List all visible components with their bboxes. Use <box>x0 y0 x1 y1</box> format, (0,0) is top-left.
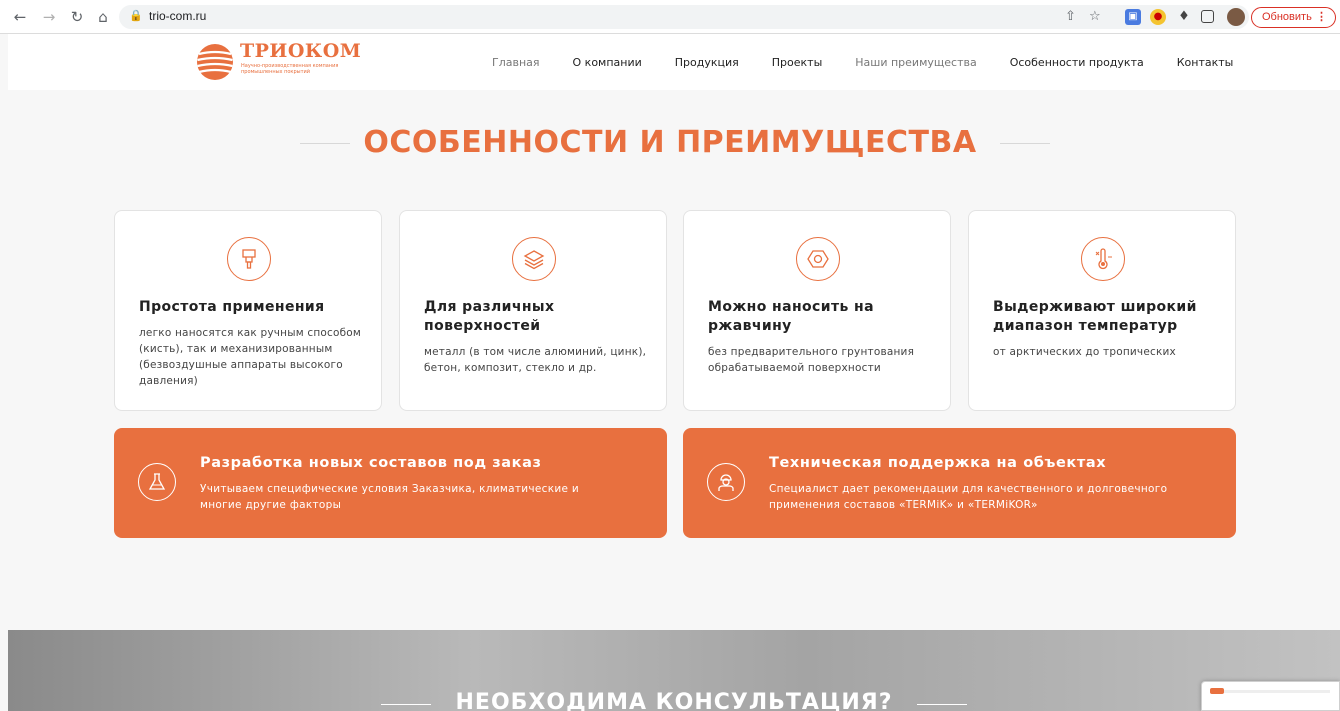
puzzle-icon[interactable]: ♦ <box>1176 9 1192 25</box>
logo-icon[interactable] <box>196 43 234 81</box>
section-title: ОСОБЕННОСТИ И ПРЕИМУЩЕСТВА <box>363 125 977 160</box>
card-title: Простота применения <box>139 299 325 315</box>
card-title: Для различных поверхностей <box>424 299 555 334</box>
arrow-right-icon[interactable]: → <box>39 7 59 27</box>
brush-icon <box>227 237 271 281</box>
screenshot-thumbnail[interactable] <box>1201 681 1340 711</box>
arrow-left-icon[interactable]: ← <box>10 7 30 27</box>
star-icon[interactable]: ☆ <box>1089 9 1101 24</box>
card-title: Можно наносить на ржавчину <box>708 299 874 334</box>
menu-item-projects[interactable]: Проекты <box>772 56 823 69</box>
consultation-section: НЕОБХОДИМА КОНСУЛЬТАЦИЯ? <box>8 630 1340 711</box>
card-text: легко наносятся как ручным способом (кис… <box>139 327 362 387</box>
menu-item-features[interactable]: Особенности продукта <box>1010 56 1144 69</box>
extension-coin-icon[interactable]: ● <box>1150 9 1166 25</box>
title-rule-right <box>1000 143 1050 144</box>
main-menu: Главная О компании Продукция Проекты Наш… <box>492 56 1266 69</box>
layers-icon <box>512 237 556 281</box>
card-text: без предварительного грунтования обрабат… <box>708 346 915 374</box>
menu-dots-icon: ⋮ <box>1316 11 1327 23</box>
update-button[interactable]: Обновить ⋮ <box>1251 7 1336 28</box>
side-panel-icon[interactable] <box>1201 10 1214 23</box>
logo-subtitle: Научно-производственная компания промышл… <box>241 63 339 75</box>
banner-text: Учитываем специфические условия Заказчик… <box>200 483 580 511</box>
url-text: trio-com.ru <box>149 9 207 23</box>
flask-icon <box>138 463 176 501</box>
feature-card: Простота применения легко наносятся как … <box>114 210 382 411</box>
service-banner: Разработка новых составов под заказ Учит… <box>114 428 667 538</box>
feature-card: Для различных поверхностей металл (в том… <box>399 210 667 411</box>
update-label: Обновить <box>1262 11 1312 23</box>
lock-icon: 🔒 <box>129 9 143 22</box>
menu-item-about[interactable]: О компании <box>573 56 642 69</box>
thermometer-icon <box>1081 237 1125 281</box>
bottom-rule-right <box>917 704 967 705</box>
thumbnail-logo <box>1210 688 1224 694</box>
logo-name[interactable]: ТРИОКОМ <box>240 40 361 62</box>
card-text: металл (в том числе алюминий, цинк), бет… <box>424 346 647 374</box>
worker-icon <box>707 463 745 501</box>
thumbnail-bar <box>1210 690 1330 693</box>
feature-card: Выдерживают широкий диапазон температур … <box>968 210 1236 411</box>
banner-title: Разработка новых составов под заказ <box>200 455 542 471</box>
extension-translate-icon[interactable]: ▣ <box>1125 9 1141 25</box>
feature-card: Можно наносить на ржавчину без предварит… <box>683 210 951 411</box>
banner-title: Техническая поддержка на объектах <box>769 455 1107 471</box>
menu-item-contacts[interactable]: Контакты <box>1177 56 1234 69</box>
home-icon[interactable]: ⌂ <box>93 7 113 27</box>
consultation-title: НЕОБХОДИМА КОНСУЛЬТАЦИЯ? <box>455 690 893 711</box>
service-banner: Техническая поддержка на объектах Специа… <box>683 428 1236 538</box>
browser-toolbar: ← → ↻ ⌂ 🔒 trio-com.ru ⇧ ☆ ▣ ● ♦ Обновить… <box>0 0 1340 34</box>
reload-icon[interactable]: ↻ <box>67 7 87 27</box>
share-icon[interactable]: ⇧ <box>1065 9 1076 24</box>
avatar[interactable] <box>1227 8 1245 26</box>
menu-item-advantages[interactable]: Наши преимущества <box>855 56 976 69</box>
menu-item-products[interactable]: Продукция <box>675 56 739 69</box>
banner-text: Специалист дает рекомендации для качеств… <box>769 483 1168 511</box>
address-bar[interactable]: 🔒 trio-com.ru ⇧ ☆ <box>119 5 1249 29</box>
hex-nut-icon <box>796 237 840 281</box>
card-text: от арктических до тропических <box>993 346 1176 358</box>
menu-item-home[interactable]: Главная <box>492 56 540 69</box>
site-header: ТРИОКОМ Научно-производственная компания… <box>8 34 1340 90</box>
card-title: Выдерживают широкий диапазон температур <box>993 299 1197 334</box>
